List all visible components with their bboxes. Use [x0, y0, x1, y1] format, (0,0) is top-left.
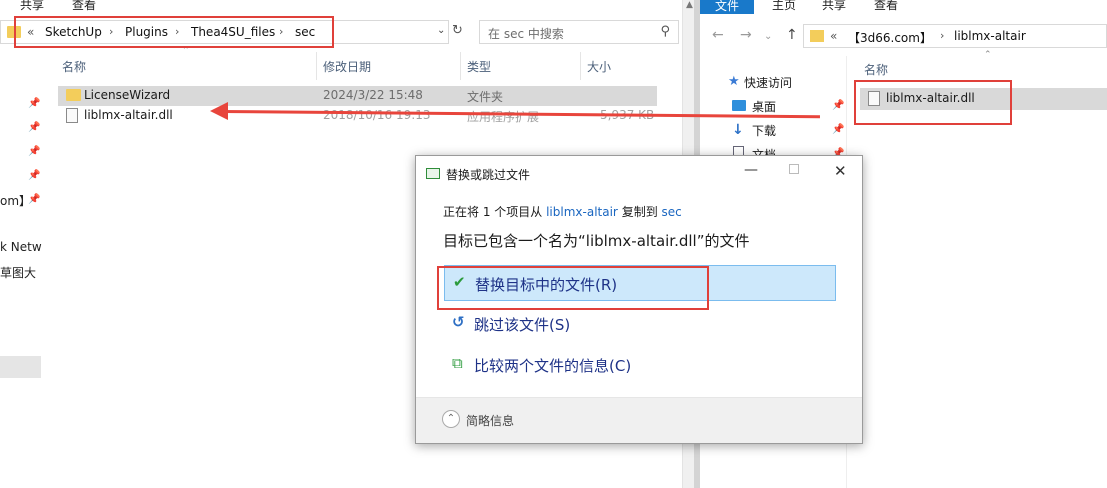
pin-icon[interactable]: 📌: [28, 122, 40, 133]
nav-item-sketch[interactable]: 草图大: [0, 264, 36, 281]
file-name: liblmx-altair.dll: [84, 108, 173, 122]
recent-dropdown-icon[interactable]: ⌄: [764, 31, 772, 42]
pin-icon[interactable]: 📌: [28, 194, 40, 205]
nav-item-quick-access[interactable]: 快速访问: [744, 74, 792, 91]
column-divider[interactable]: [460, 52, 461, 80]
annotation-box-source-file: [854, 80, 1012, 125]
maximize-button[interactable]: [789, 164, 799, 174]
folder-icon: [66, 89, 81, 101]
file-name: LicenseWizard: [84, 88, 171, 102]
ribbon-tab-file[interactable]: 文件: [700, 0, 754, 14]
ribbon-tab-view[interactable]: 查看: [874, 0, 898, 13]
compare-option-label: 比较两个文件的信息(C): [474, 357, 632, 375]
compare-files-icon: ⧉: [452, 354, 463, 372]
ribbon-tab-share[interactable]: 共享: [20, 0, 44, 13]
nav-item-desktop[interactable]: 桌面: [752, 98, 776, 115]
refresh-icon[interactable]: ↻: [452, 23, 463, 38]
file-date: 2024/3/22 15:48: [323, 88, 423, 102]
ribbon-tab-view[interactable]: 查看: [72, 0, 96, 13]
ribbon-tab-share[interactable]: 共享: [822, 0, 846, 13]
address-bar[interactable]: « 【3d66.com】 › liblmx-altair: [803, 24, 1107, 48]
skip-option[interactable]: ↺ 跳过该文件(S): [444, 306, 836, 342]
back-icon[interactable]: ←: [712, 27, 724, 43]
folder-icon: [810, 30, 824, 42]
dialog-footer: ⌃ 简略信息: [416, 397, 862, 443]
close-button[interactable]: ✕: [834, 162, 847, 180]
dialog-title: 替换或跳过文件: [446, 168, 531, 182]
copy-icon: [426, 168, 440, 179]
dll-file-icon: [66, 108, 78, 123]
copy-prefix: 正在将 1 个项目从: [443, 205, 543, 219]
search-icon: ⚲: [660, 24, 670, 39]
chevron-up-icon[interactable]: ⌃: [442, 410, 460, 428]
breadcrumb-3d66[interactable]: 【3d66.com】: [848, 29, 932, 46]
compare-option[interactable]: ⧉ 比较两个文件的信息(C): [444, 347, 836, 383]
search-placeholder: 在 sec 中搜索: [488, 27, 564, 41]
copy-status: 正在将 1 个项目从 liblmx-altair 复制到 sec: [443, 203, 682, 220]
skip-option-label: 跳过该文件(S): [474, 316, 571, 334]
column-header-name[interactable]: 名称: [864, 61, 888, 78]
pin-icon[interactable]: 📌: [832, 100, 844, 111]
column-header-type[interactable]: 类型: [467, 58, 491, 75]
file-type: 应用程序扩展: [467, 110, 540, 124]
column-header-name[interactable]: 名称: [62, 58, 86, 75]
nav-item-selected[interactable]: [0, 356, 41, 378]
breadcrumb-liblmx-altair[interactable]: liblmx-altair: [954, 29, 1026, 43]
download-icon: ↓: [732, 122, 744, 138]
pin-icon[interactable]: 📌: [28, 146, 40, 157]
minimize-button[interactable]: —: [744, 162, 758, 178]
copy-source-link[interactable]: liblmx-altair: [546, 205, 618, 219]
history-dropdown-icon[interactable]: ⌄: [437, 25, 445, 36]
fewer-details-link[interactable]: 简略信息: [466, 412, 514, 429]
annotation-box-replace: [437, 266, 709, 310]
skip-arrow-icon: ↺: [452, 313, 465, 331]
ribbon: 文件 主页 共享 查看: [700, 0, 1107, 14]
breadcrumb-overflow[interactable]: «: [830, 29, 837, 43]
column-header-size[interactable]: 大小: [587, 58, 611, 75]
column-divider[interactable]: [316, 52, 317, 80]
annotation-box-address: [14, 16, 334, 48]
nav-item-network[interactable]: k Netw: [0, 240, 42, 254]
forward-icon[interactable]: →: [740, 27, 752, 43]
pin-icon[interactable]: 📌: [28, 98, 40, 109]
up-icon[interactable]: ↑: [786, 27, 798, 43]
copy-destination-link[interactable]: sec: [662, 205, 682, 219]
search-input[interactable]: 在 sec 中搜索 ⚲: [479, 20, 679, 44]
star-icon: ★: [728, 74, 740, 89]
desktop-icon: [732, 100, 746, 111]
pin-icon[interactable]: 📌: [28, 170, 40, 181]
column-header-date[interactable]: 修改日期: [323, 58, 371, 75]
chevron-right-icon[interactable]: ›: [940, 29, 944, 42]
scroll-up-icon[interactable]: ▲: [686, 0, 693, 10]
conflict-heading: 目标已包含一个名为“liblmx-altair.dll”的文件: [443, 232, 750, 250]
table-row[interactable]: LicenseWizard 2024/3/22 15:48 文件夹: [58, 86, 657, 106]
nav-item-downloads[interactable]: 下载: [752, 122, 776, 139]
ribbon-tab-home[interactable]: 主页: [772, 0, 796, 13]
pin-icon[interactable]: 📌: [832, 124, 844, 135]
column-divider[interactable]: [580, 52, 581, 80]
annotation-arrowhead: [210, 102, 228, 120]
nav-item-3d66[interactable]: om】: [0, 192, 31, 209]
file-type: 文件夹: [467, 90, 504, 104]
copy-mid: 复制到: [621, 205, 658, 219]
sort-up-icon: ⌃: [984, 50, 992, 60]
